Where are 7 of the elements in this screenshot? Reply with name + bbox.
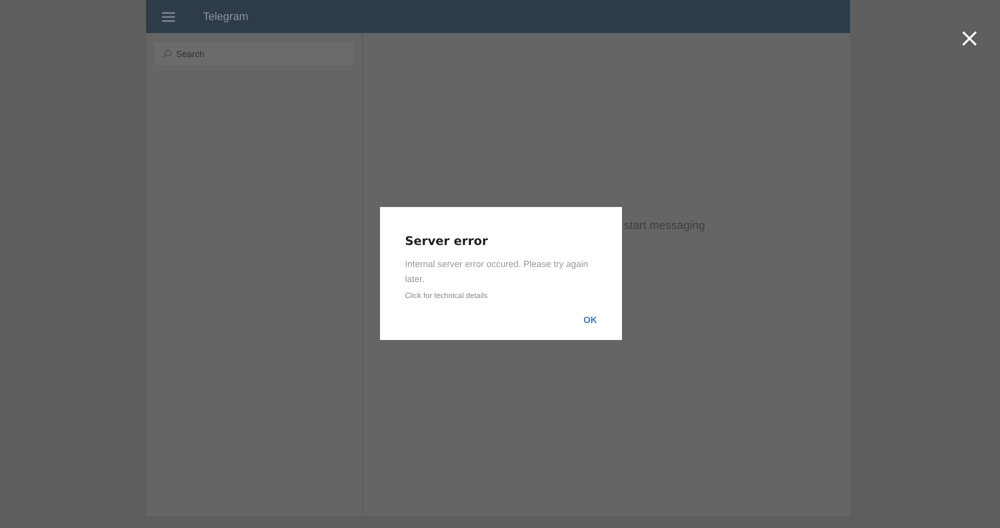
search-field[interactable]: Search bbox=[155, 42, 353, 65]
app-title: Telegram bbox=[203, 10, 248, 22]
close-icon bbox=[962, 30, 976, 46]
menu-icon[interactable] bbox=[162, 12, 175, 22]
dialog-title: Server error bbox=[405, 234, 489, 248]
dialog-message: Internal server error occured. Please try again later. bbox=[405, 258, 590, 286]
ok-button[interactable]: OK bbox=[576, 312, 604, 328]
